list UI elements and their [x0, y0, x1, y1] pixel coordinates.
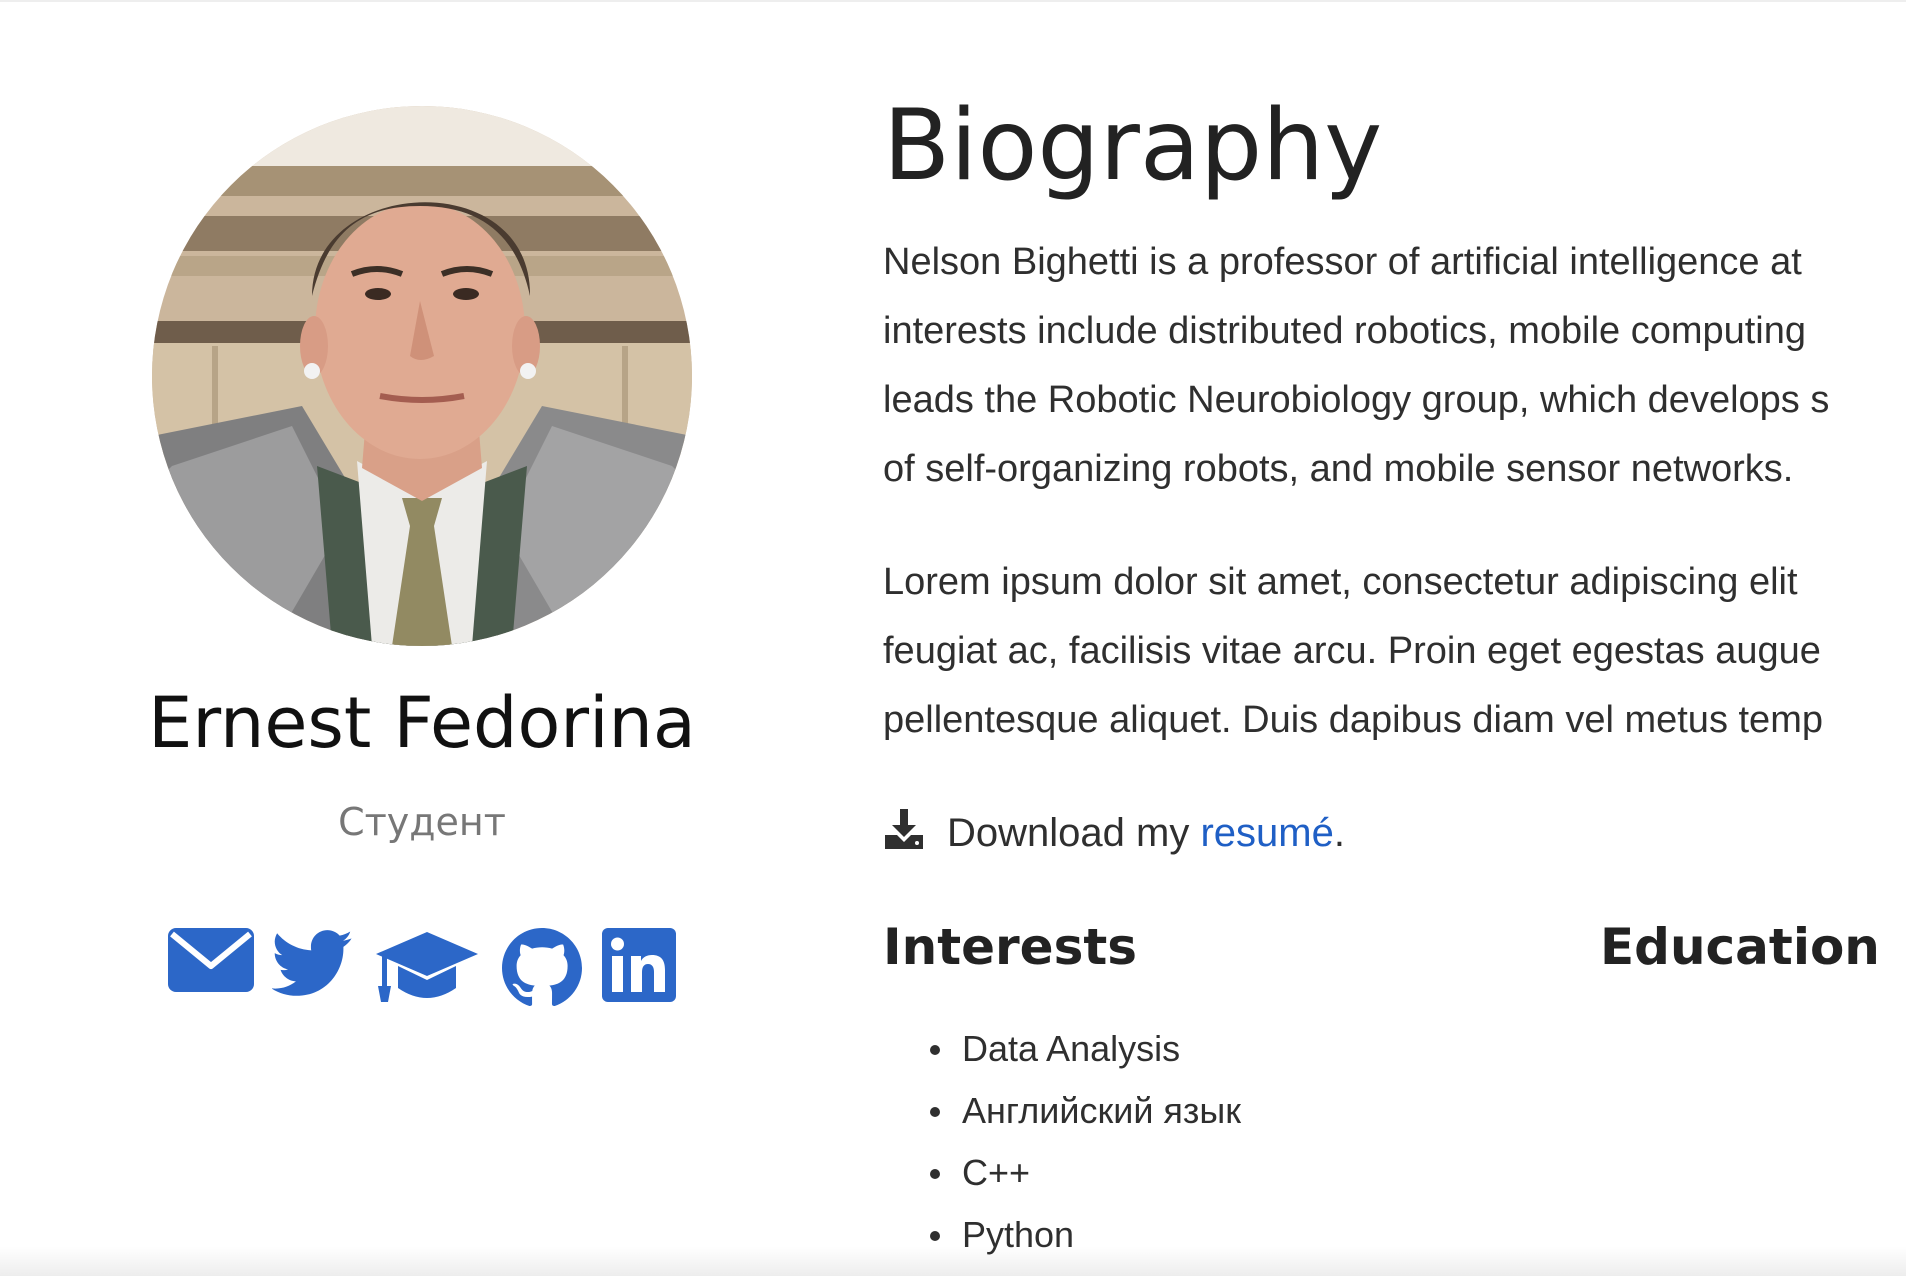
biography-title: Biography: [883, 89, 1383, 203]
interest-item: Английский язык: [930, 1080, 1241, 1142]
twitter-icon: [272, 930, 353, 996]
biography-line: pellentesque aliquet. Duis dapibus diam …: [883, 699, 1823, 741]
linkedin-link[interactable]: [602, 928, 676, 1002]
biography-line: Lorem ipsum dolor sit amet, consectetur …: [883, 561, 1798, 603]
download-resume: Download my resumé .: [883, 805, 1345, 861]
biography-line: feugiat ac, facilisis vitae arcu. Proin …: [883, 630, 1821, 672]
download-suffix: .: [1333, 810, 1345, 855]
twitter-link[interactable]: [272, 928, 354, 1000]
avatar-photo: [152, 106, 692, 646]
interest-item: C++: [930, 1142, 1241, 1204]
github-icon: [502, 928, 582, 1007]
download-prefix: Download my: [947, 810, 1201, 855]
resume-link[interactable]: resumé: [1200, 811, 1333, 856]
biography-line: interests include distributed robotics, …: [883, 310, 1807, 352]
biography-line: leads the Robotic Neurobiology group, wh…: [883, 379, 1830, 421]
interest-item: Data Analysis: [930, 1018, 1241, 1080]
bottom-shadow: [0, 1246, 1906, 1276]
interests-list: Data Analysis Английский язык C++ Python: [930, 1018, 1241, 1266]
profile-role: Студент: [338, 800, 506, 844]
social-links: [160, 928, 700, 1018]
interests-title: Interests: [883, 918, 1138, 976]
envelope-icon: [168, 928, 254, 992]
profile-name: Ernest Fedorina: [148, 682, 696, 764]
download-icon: [883, 807, 925, 859]
email-link[interactable]: [168, 928, 254, 992]
scholar-link[interactable]: [374, 928, 480, 1004]
linkedin-icon: [602, 928, 676, 1002]
biography-paragraph-2: Lorem ipsum dolor sit amet, consectetur …: [883, 548, 1906, 755]
biography-line: Nelson Bighetti is a professor of artifi…: [883, 241, 1802, 283]
biography-line: of self-organizing robots, and mobile se…: [883, 448, 1794, 490]
education-title: Education: [1600, 918, 1880, 976]
github-link[interactable]: [502, 928, 582, 1008]
top-divider: [0, 0, 1906, 2]
avatar: [152, 106, 692, 646]
biography-paragraph-1: Nelson Bighetti is a professor of artifi…: [883, 228, 1906, 504]
graduation-cap-icon: [376, 932, 478, 1002]
